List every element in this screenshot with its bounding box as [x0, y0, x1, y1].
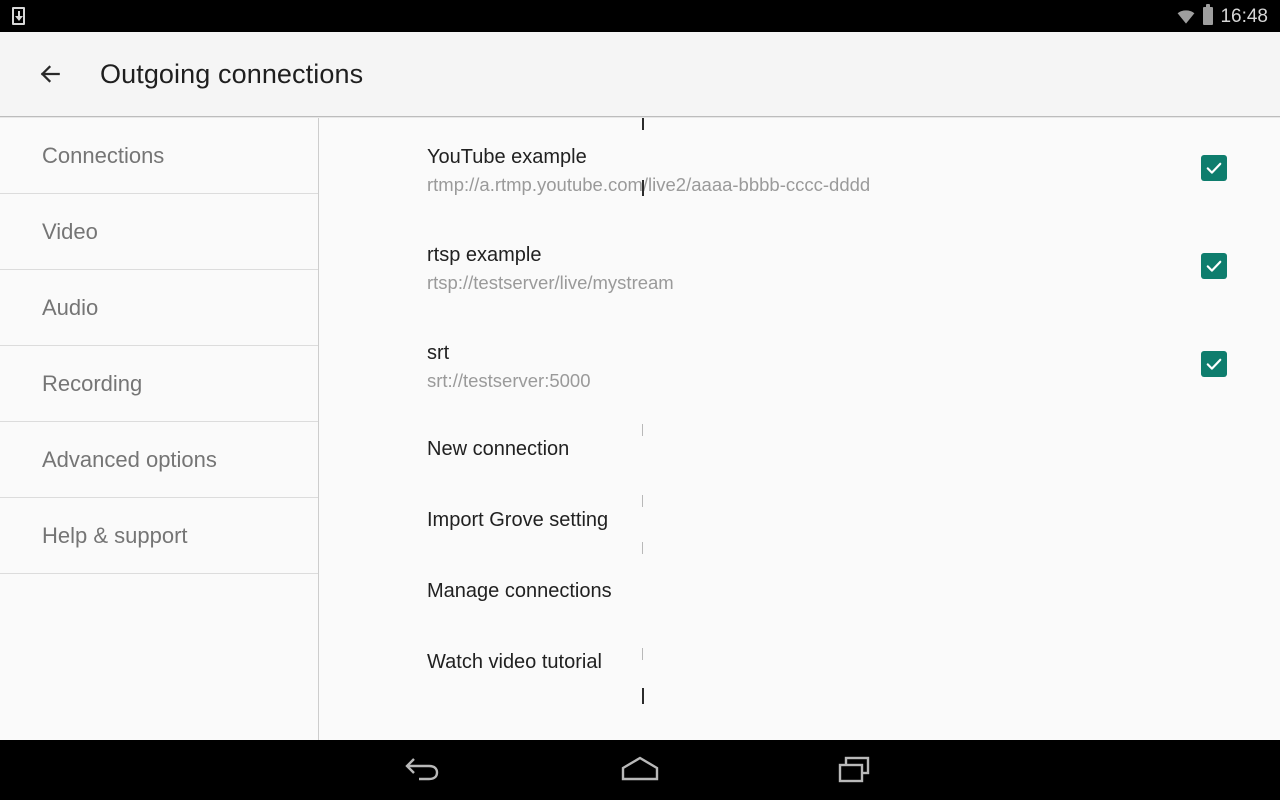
connection-name: srt — [427, 342, 450, 364]
status-bar-right: 16:48 — [1176, 7, 1268, 26]
settings-sidebar: Connections Video Audio Recording Advanc… — [0, 118, 319, 740]
check-icon — [1206, 260, 1222, 272]
drag-handle-mark — [642, 118, 644, 130]
connection-enabled-checkbox[interactable] — [1201, 155, 1227, 181]
sidebar-item-label: Recording — [42, 370, 143, 396]
action-watch-video-tutorial[interactable]: Watch video tutorial — [320, 642, 1280, 682]
connection-row[interactable]: srt srt://testserver:5000 — [320, 341, 1280, 411]
check-icon — [1206, 358, 1222, 370]
connection-enabled-checkbox[interactable] — [1201, 351, 1227, 377]
action-manage-connections[interactable]: Manage connections — [320, 571, 1280, 611]
outgoing-connections-panel: YouTube example rtmp://a.rtmp.youtube.co… — [320, 118, 1280, 740]
connection-url: srt://testserver:5000 — [427, 370, 591, 391]
action-label: Import Grove setting — [427, 508, 609, 531]
nav-recents-icon — [838, 756, 870, 783]
sidebar-item-label: Video — [42, 218, 98, 244]
page-title: Outgoing connections — [100, 58, 364, 89]
check-icon — [1206, 162, 1222, 174]
back-button[interactable] — [22, 46, 78, 102]
connection-info: YouTube example rtmp://a.rtmp.youtube.co… — [320, 145, 870, 196]
download-icon — [12, 7, 25, 25]
android-navigation-bar — [0, 740, 1280, 800]
drag-handle-mark — [642, 495, 643, 507]
wifi-icon — [1178, 10, 1195, 24]
action-label: New connection — [427, 437, 570, 460]
action-label: Manage connections — [427, 579, 612, 602]
sidebar-item-label: Audio — [42, 294, 99, 320]
connection-info: rtsp example rtsp://testserver/live/myst… — [320, 243, 674, 294]
sidebar-item-video[interactable]: Video — [0, 194, 318, 270]
nav-back-button[interactable] — [364, 740, 484, 800]
sidebar-item-connections[interactable]: Connections — [0, 118, 318, 194]
sidebar-item-label: Connections — [42, 142, 165, 168]
nav-home-icon — [621, 756, 659, 781]
connection-row[interactable]: YouTube example rtmp://a.rtmp.youtube.co… — [320, 145, 1280, 215]
app-bar: Outgoing connections — [0, 32, 1280, 122]
connection-name: rtsp example — [427, 244, 542, 266]
connection-name: YouTube example — [427, 146, 587, 168]
sidebar-item-label: Advanced options — [42, 446, 217, 472]
sidebar-item-recording[interactable]: Recording — [0, 346, 318, 422]
sidebar-item-audio[interactable]: Audio — [0, 270, 318, 346]
connection-row[interactable]: rtsp example rtsp://testserver/live/myst… — [320, 243, 1280, 313]
connection-enabled-checkbox[interactable] — [1201, 253, 1227, 279]
status-bar-left — [12, 7, 25, 25]
connection-info: srt srt://testserver:5000 — [320, 341, 590, 392]
drag-handle-mark — [642, 688, 644, 704]
arrow-left-icon — [40, 65, 60, 83]
drag-handle-mark — [642, 542, 643, 554]
nav-recents-button[interactable] — [796, 740, 916, 800]
connection-url: rtsp://testserver/live/mystream — [427, 272, 674, 293]
drag-handle-mark — [642, 648, 643, 660]
action-label: Watch video tutorial — [427, 650, 602, 673]
sidebar-item-help-support[interactable]: Help & support — [0, 498, 318, 574]
battery-icon — [1203, 7, 1214, 25]
sidebar-item-label: Help & support — [42, 522, 188, 548]
content-area: Connections Video Audio Recording Advanc… — [0, 118, 1280, 740]
action-new-connection[interactable]: New connection — [320, 429, 1280, 469]
drag-handle-mark — [642, 424, 643, 436]
connection-url: rtmp://a.rtmp.youtube.com/live2/aaaa-bbb… — [427, 174, 871, 195]
action-import-grove-setting[interactable]: Import Grove setting — [320, 500, 1280, 540]
status-bar-clock: 16:48 — [1220, 5, 1268, 27]
nav-home-button[interactable] — [580, 740, 700, 800]
sidebar-item-advanced-options[interactable]: Advanced options — [0, 422, 318, 498]
status-bar: 16:48 — [0, 0, 1280, 32]
nav-back-icon — [405, 758, 439, 781]
text-caret — [642, 180, 644, 196]
device-screen: 16:48 Outgoing connections Connections V… — [0, 0, 1280, 800]
